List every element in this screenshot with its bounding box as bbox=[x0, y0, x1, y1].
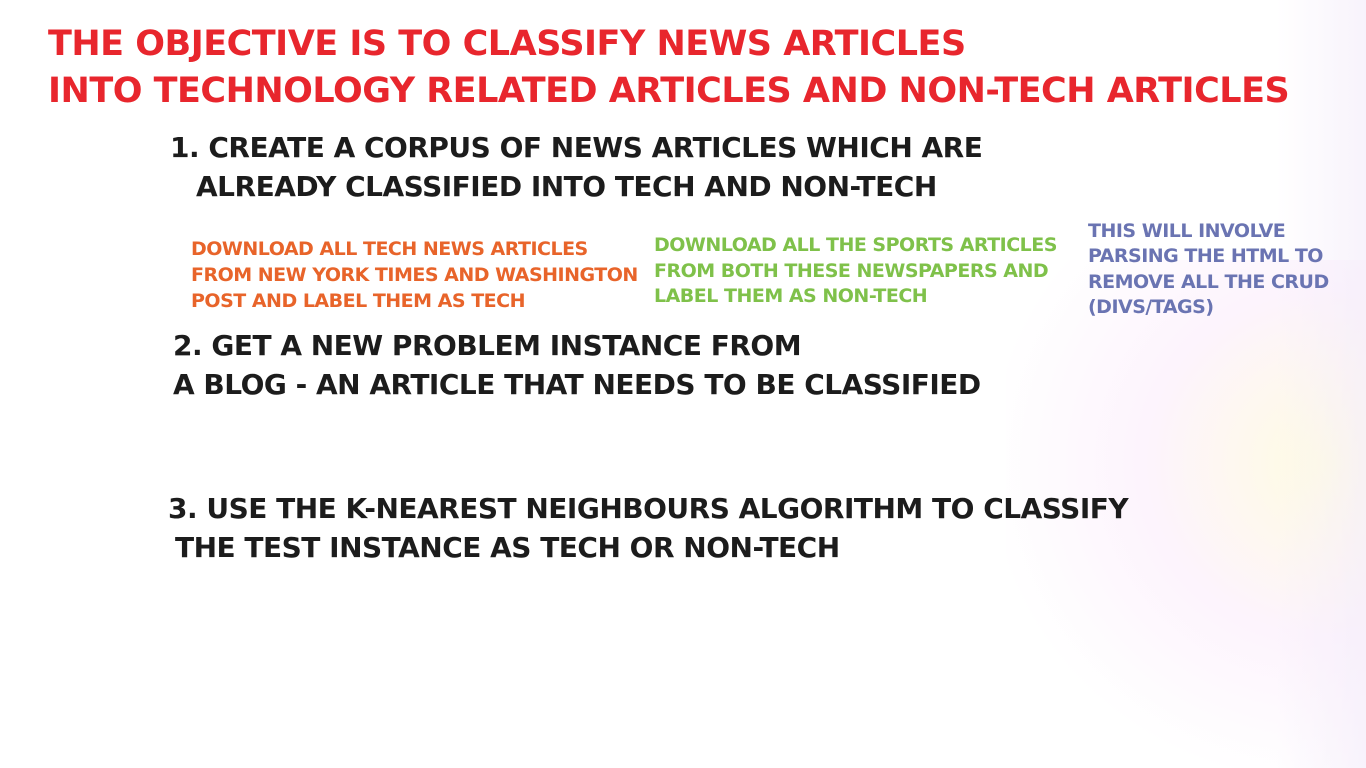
note-parsing-line-3: REMOVE ALL THE CRUD bbox=[1088, 271, 1329, 293]
step-1-line-2: ALREADY CLASSIFIED INTO TECH AND NON-TEC… bbox=[196, 170, 937, 203]
background-edge-tint bbox=[1276, 0, 1366, 768]
step-2-line-2: A BLOG - AN ARTICLE THAT NEEDS TO BE CLA… bbox=[173, 368, 981, 401]
step-1-line-1: 1. CREATE A CORPUS OF NEWS ARTICLES WHIC… bbox=[170, 131, 983, 164]
step-2-line-1: 2. GET A NEW PROBLEM INSTANCE FROM bbox=[173, 329, 802, 362]
title-line-2: INTO TECHNOLOGY RELATED ARTICLES AND NON… bbox=[48, 71, 1290, 111]
note-sports-line-2: FROM BOTH THESE NEWSPAPERS AND bbox=[654, 260, 1049, 282]
note-sports-line-3: LABEL THEM AS NON-TECH bbox=[654, 285, 928, 307]
note-tech-line-2: FROM NEW YORK TIMES AND WASHINGTON bbox=[191, 264, 638, 286]
note-parsing-line-2: PARSING THE HTML TO bbox=[1088, 245, 1323, 267]
note-parsing-line-4: (DIVS/TAGS) bbox=[1088, 296, 1214, 318]
step-3-line-2: THE TEST INSTANCE AS TECH OR NON-TECH bbox=[175, 531, 840, 564]
note-tech-line-3: POST AND LABEL THEM AS TECH bbox=[191, 290, 525, 312]
whiteboard-slide: THE OBJECTIVE IS TO CLASSIFY NEWS ARTICL… bbox=[0, 0, 1366, 768]
note-parsing-line-1: THIS WILL INVOLVE bbox=[1088, 220, 1286, 242]
note-sports-line-1: DOWNLOAD ALL THE SPORTS ARTICLES bbox=[654, 234, 1057, 256]
title-line-1: THE OBJECTIVE IS TO CLASSIFY NEWS ARTICL… bbox=[48, 24, 966, 64]
note-tech-line-1: DOWNLOAD ALL TECH NEWS ARTICLES bbox=[191, 238, 588, 260]
step-3-line-1: 3. USE THE K-NEAREST NEIGHBOURS ALGORITH… bbox=[168, 492, 1129, 525]
